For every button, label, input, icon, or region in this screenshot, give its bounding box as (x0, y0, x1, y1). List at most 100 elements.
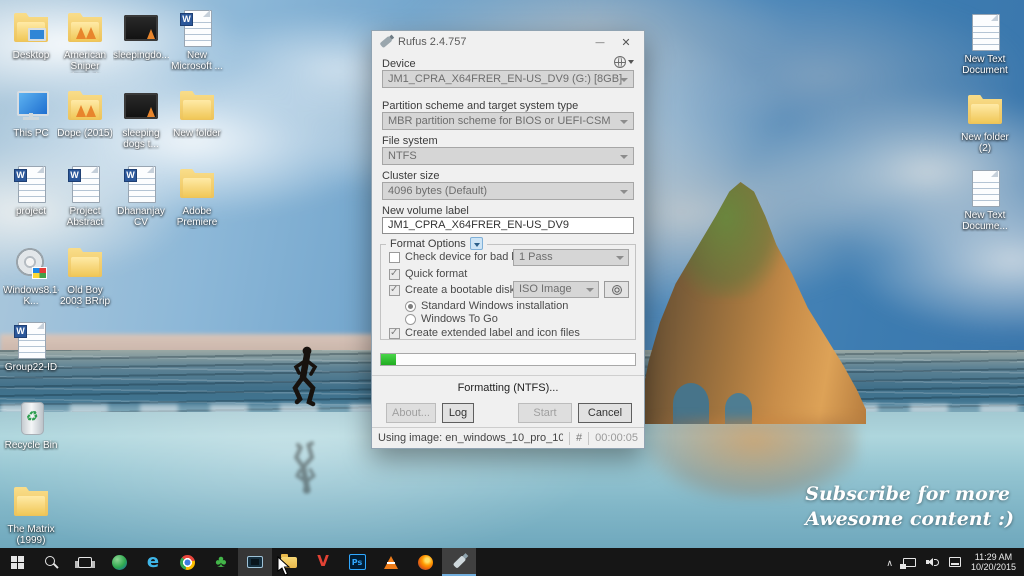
close-button[interactable] (616, 34, 636, 50)
elapsed-time: 00:00:05 (595, 432, 638, 444)
taskbar-photoshop-button[interactable] (340, 548, 374, 576)
taskbar-clock[interactable]: 11:29 AM 10/20/2015 (971, 552, 1016, 572)
taskbar-rufus-button[interactable] (442, 548, 476, 576)
desktop-icon-recycle-bin[interactable]: Recycle Bin (3, 398, 59, 451)
desktop-icon-old-boy[interactable]: Old Boy 2003 BRrip [R... (57, 243, 113, 308)
desktop-icon-label: project (15, 206, 46, 217)
volume-wave (933, 558, 939, 566)
desktop-icon-new-text-document-2[interactable]: New Text Docume... (957, 168, 1013, 232)
network-icon[interactable] (899, 557, 916, 569)
search-icon (44, 555, 59, 570)
cluster-size-select[interactable]: 4096 bytes (Default) (382, 182, 634, 200)
taskbar-download-manager-button[interactable] (102, 548, 136, 576)
format-status-text: Formatting (NTFS)... (457, 382, 559, 394)
bootable-checkbox[interactable] (389, 284, 400, 296)
rufus-titlebar[interactable]: Rufus 2.4.757 (372, 31, 644, 53)
partition-scheme-select[interactable]: MBR partition scheme for BIOS or UEFI-CS… (382, 112, 634, 130)
volume-icon[interactable] (925, 557, 939, 568)
file-system-label: File system (382, 135, 438, 147)
taskbar-start-button[interactable] (0, 548, 34, 576)
vlc-icon (384, 555, 398, 569)
about-button[interactable]: About... (386, 403, 436, 423)
rufus-icon (452, 555, 466, 569)
desktop-icon-the-matrix[interactable]: The Matrix (1999) (3, 482, 59, 546)
desktop-icon-dope-folder[interactable]: Dope (2015) (57, 86, 113, 139)
passes-select[interactable]: 1 Pass (513, 249, 629, 266)
video-icon (121, 86, 161, 126)
taskbar-v-app-button[interactable] (306, 548, 340, 576)
minimize-button[interactable] (590, 34, 610, 50)
desktop-icon-dhananjay-cv[interactable]: Dhananjay CV (113, 164, 169, 228)
chevron-down-icon (628, 60, 634, 64)
taskbar-firefox-button[interactable] (408, 548, 442, 576)
action-center-icon[interactable] (948, 557, 961, 567)
window-statusbar: Using image: en_windows_10_pro_10240_x64… (372, 427, 644, 448)
desktop-icon-label: New Text Document (962, 54, 1008, 76)
desktop-icon-sleeping-dogs-video-2[interactable]: sleeping dogs t... (113, 86, 169, 150)
desktop-icon-label: The Matrix (1999) (7, 524, 55, 546)
start-button[interactable]: Start (518, 403, 572, 423)
device-select[interactable]: JM1_CPRA_X64FRER_EN-US_DV9 (G:) [8GB] (382, 70, 634, 88)
desktop-icon-american-sniper[interactable]: American Sniper (2014) (57, 8, 113, 73)
photoshop-icon (348, 554, 366, 570)
desktop-icon-label: Project Abstract (66, 206, 104, 228)
installer-icon (11, 243, 51, 283)
bootable-type-select[interactable]: ISO Image (513, 281, 599, 298)
folder-icon (11, 482, 51, 522)
desktop-icon-label: Group22-ID (4, 362, 58, 373)
taskbar-media-player-button[interactable] (238, 548, 272, 576)
screen: Desktop American Sniper (2014) sleepingdo.… (0, 0, 1024, 576)
worddoc-icon (177, 8, 217, 48)
windows-to-go-row: Windows To Go (405, 313, 498, 325)
desktop-icon-new-microsoft-doc[interactable]: New Microsoft ... (169, 8, 225, 72)
windows-to-go-radio[interactable] (405, 313, 416, 325)
desktop-icon-new-folder-2[interactable]: New folder (2) (957, 90, 1013, 154)
worddoc-icon (11, 320, 51, 360)
desktop-icon-label: American Sniper (2014) (63, 50, 107, 73)
log-button[interactable]: Log (442, 403, 474, 423)
desktop-icon-this-pc[interactable]: This PC (3, 86, 59, 139)
folder-icon (177, 86, 217, 126)
select-iso-button[interactable] (604, 281, 629, 298)
desktop-icon-sleepingdogs-video[interactable]: sleepingdo... (113, 8, 169, 61)
taskbar-task-view-button[interactable] (68, 548, 102, 576)
taskbar-vlc-button[interactable] (374, 548, 408, 576)
start-icon (10, 555, 24, 569)
desktop-icon-project-doc[interactable]: project (3, 164, 59, 217)
desktop-icon-windows-installer[interactable]: Windows8.1-K... (3, 243, 59, 307)
language-button[interactable] (614, 56, 634, 68)
desktop-icon-new-text-document[interactable]: New Text Document (957, 12, 1013, 76)
quick-format-row: Quick format (389, 268, 467, 280)
tray-overflow-icon[interactable] (886, 553, 893, 571)
taskbar-clover-button[interactable] (204, 548, 238, 576)
extended-label-checkbox[interactable] (389, 327, 400, 339)
device-label: Device (382, 58, 416, 70)
desktop-icon-group22[interactable]: Group22-ID (3, 320, 59, 373)
desktop-icon-desktop-folder[interactable]: Desktop (3, 8, 59, 61)
desktop-icon-label: Dhananjay CV (117, 206, 165, 228)
desktop-icon-label: Dope (2015) (57, 128, 113, 139)
pc-icon (11, 86, 51, 126)
volume-label-input[interactable]: JM1_CPRA_X64FRER_EN-US_DV9 (382, 217, 634, 234)
taskbar-search-button[interactable] (34, 548, 68, 576)
taskbar-chrome-button[interactable] (170, 548, 204, 576)
cancel-button[interactable]: Cancel (578, 403, 632, 423)
desktop-icon-project-abstract[interactable]: Project Abstract (57, 164, 113, 228)
desktop-icon-label: New Microsoft ... (171, 50, 223, 72)
worddoc-icon (65, 164, 105, 204)
quick-format-checkbox[interactable] (389, 268, 400, 280)
hash-button[interactable]: # (576, 432, 582, 444)
folder-icon (177, 164, 217, 204)
standard-install-radio[interactable] (405, 300, 416, 312)
subscribe-line-1: Subscribe for more (805, 483, 1010, 505)
bad-blocks-checkbox[interactable] (389, 251, 400, 263)
folder-desktop-icon (11, 8, 51, 48)
desktop-icon-adobe-premiere[interactable]: Adobe Premiere P... (169, 164, 225, 229)
subscribe-overlay: Subscribe for more Awesome content :) (805, 482, 1014, 532)
format-options-toggle[interactable] (469, 237, 483, 250)
taskbar-edge-button[interactable] (136, 548, 170, 576)
desktop-icon-new-folder[interactable]: New folder (169, 86, 225, 139)
file-system-select[interactable]: NTFS (382, 147, 634, 165)
cluster-size-label: Cluster size (382, 170, 440, 182)
standard-install-row: Standard Windows installation (405, 300, 568, 312)
